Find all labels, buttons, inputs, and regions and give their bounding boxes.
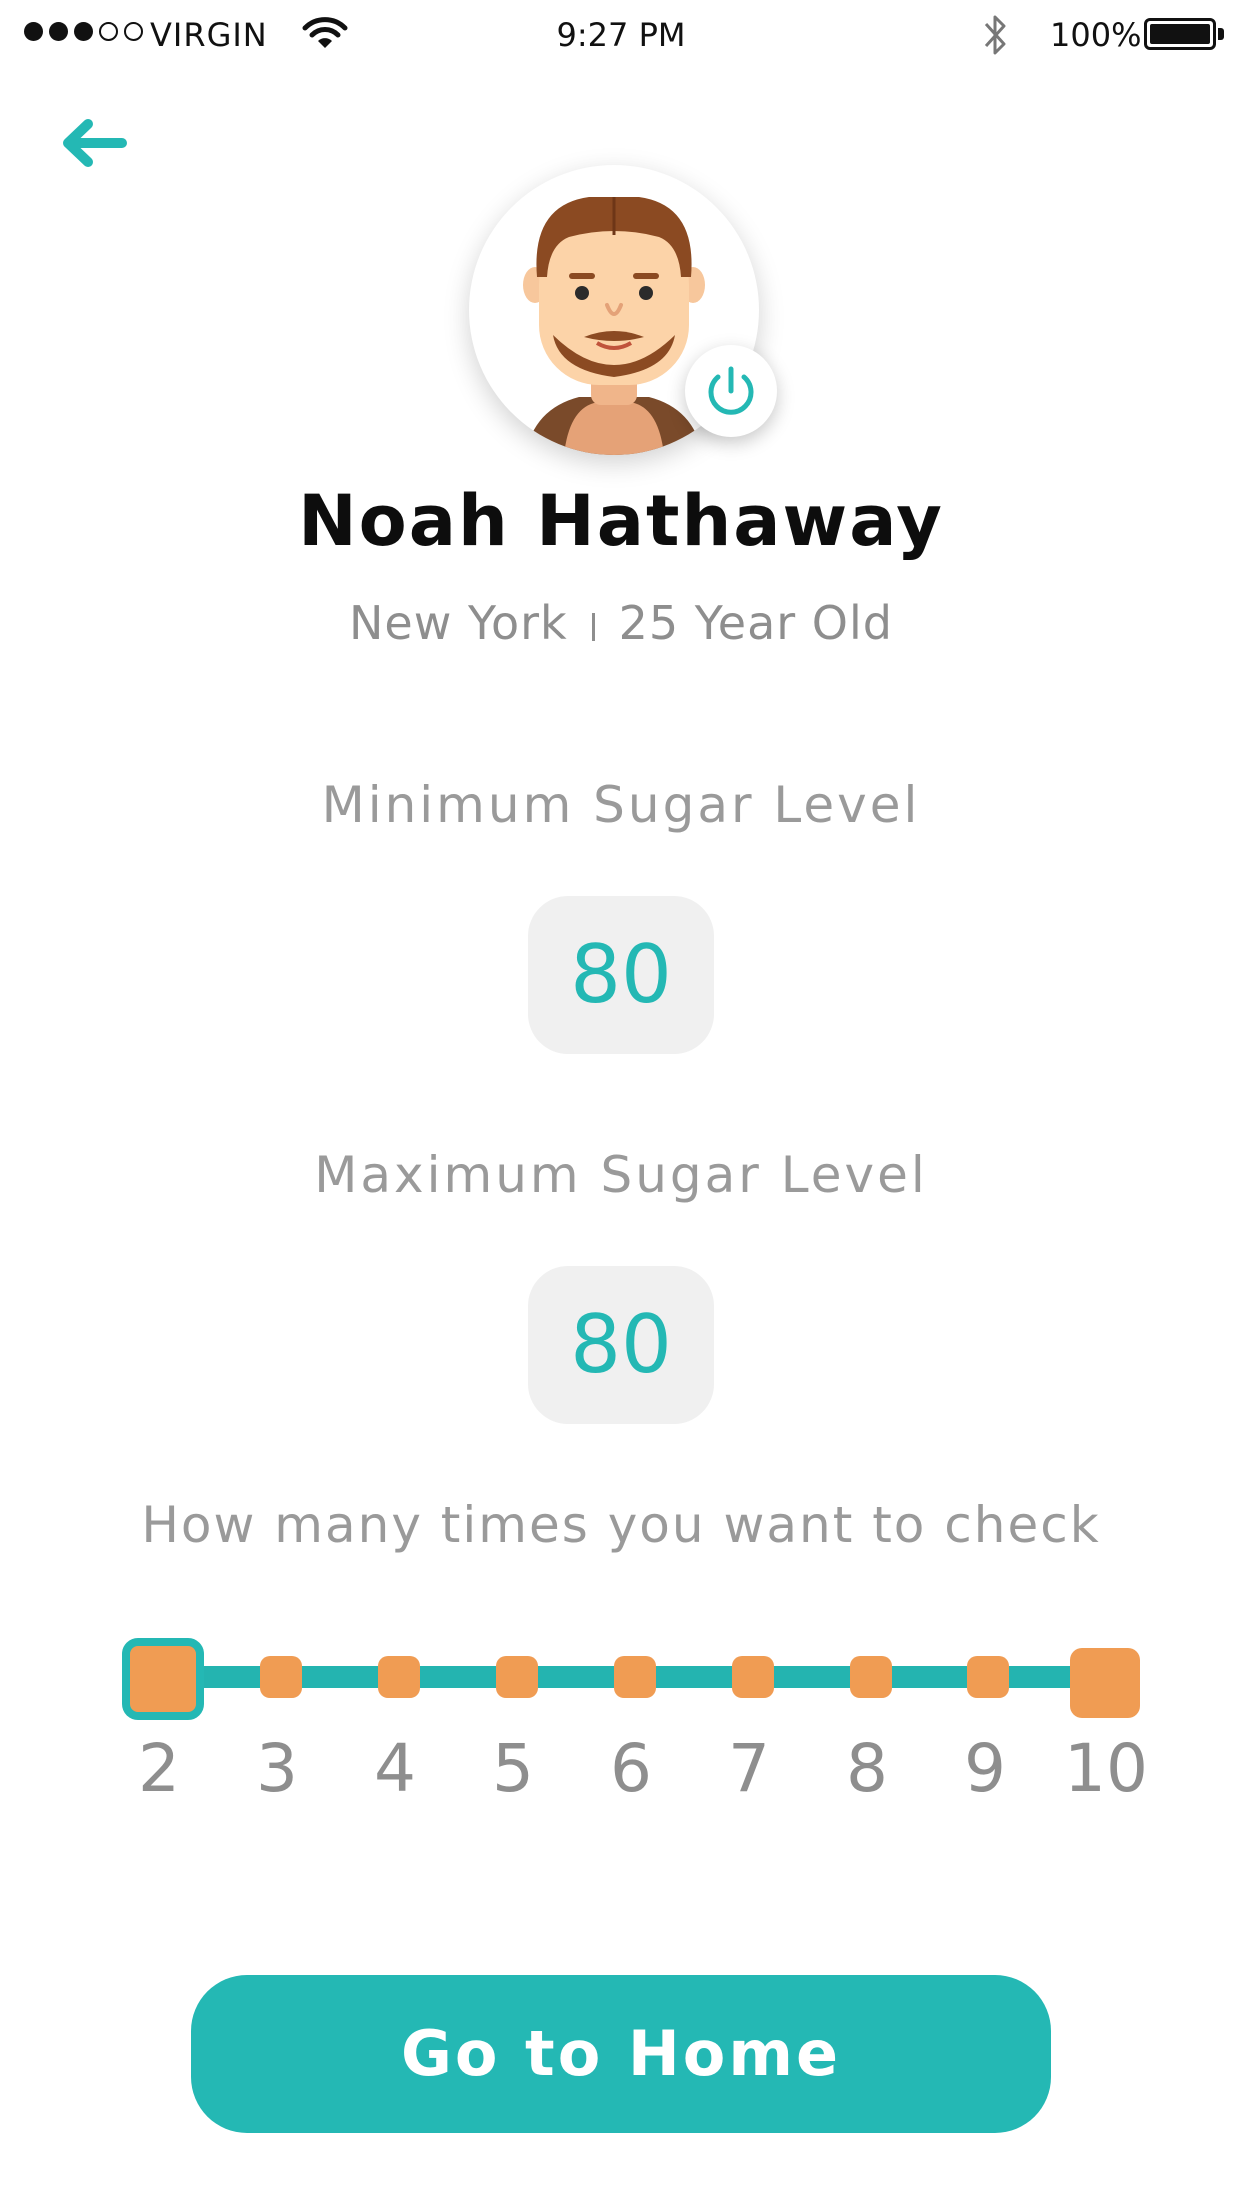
max-sugar-input[interactable]: 80 [528, 1266, 714, 1424]
slider-stop-3[interactable] [260, 1656, 302, 1698]
check-frequency-label: How many times you want to check [141, 1496, 1101, 1554]
min-sugar-input[interactable]: 80 [528, 896, 714, 1054]
divider [591, 612, 595, 641]
slider-stop-5[interactable] [496, 1656, 538, 1698]
tick-label: 10 [1064, 1730, 1148, 1807]
slider-stop-6[interactable] [614, 1656, 656, 1698]
user-age: 25 Year Old [618, 596, 893, 650]
tick-label: 7 [728, 1730, 770, 1807]
user-name: Noah Hathaway [298, 480, 944, 562]
back-button[interactable] [50, 110, 140, 180]
power-icon [708, 366, 754, 415]
battery-icon [1144, 18, 1216, 50]
user-details: New York 25 Year Old [0, 596, 1242, 650]
max-sugar-label: Maximum Sugar Level [314, 1146, 928, 1204]
status-bar: VIRGIN 9:27 PM 100% [0, 0, 1242, 72]
tick-label: 6 [610, 1730, 652, 1807]
bluetooth-icon [984, 15, 1006, 55]
tick-label: 2 [138, 1730, 180, 1807]
slider-stop-10[interactable] [1070, 1648, 1140, 1718]
power-button[interactable] [685, 345, 777, 437]
tick-label: 3 [256, 1730, 298, 1807]
arrow-left-icon [63, 119, 127, 167]
user-city: New York [349, 596, 568, 650]
slider-stop-8[interactable] [850, 1656, 892, 1698]
slider-thumb[interactable] [122, 1638, 204, 1720]
battery-tip [1218, 28, 1224, 40]
battery-percentage: 100% [1050, 16, 1142, 54]
tick-label: 4 [374, 1730, 416, 1807]
min-sugar-label: Minimum Sugar Level [321, 776, 921, 834]
slider-stop-4[interactable] [378, 1656, 420, 1698]
tick-label: 5 [492, 1730, 534, 1807]
slider-stop-7[interactable] [732, 1656, 774, 1698]
tick-label: 8 [846, 1730, 888, 1807]
tick-label: 9 [964, 1730, 1006, 1807]
go-to-home-button[interactable]: Go to Home [191, 1975, 1051, 2133]
slider-stop-9[interactable] [967, 1656, 1009, 1698]
